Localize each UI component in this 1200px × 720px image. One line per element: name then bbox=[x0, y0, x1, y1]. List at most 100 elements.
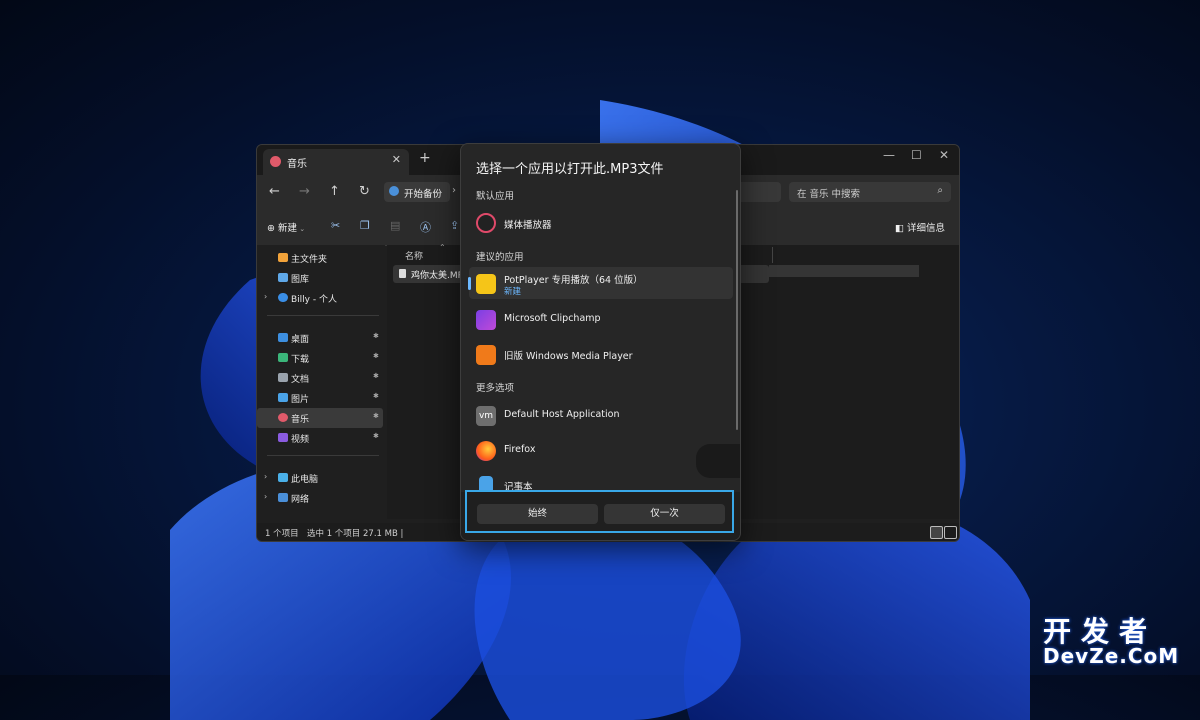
chevron-right-icon[interactable]: › bbox=[452, 185, 456, 196]
column-header-name[interactable]: 名称 bbox=[405, 249, 423, 262]
window-close-button[interactable]: ✕ bbox=[939, 148, 949, 162]
sort-up-icon: ⌃ bbox=[439, 243, 446, 252]
chevron-right-icon[interactable]: › bbox=[264, 472, 267, 481]
app-name: Default Host Application bbox=[504, 409, 620, 420]
video-icon bbox=[278, 433, 288, 442]
picture-icon bbox=[278, 393, 288, 402]
refresh-button[interactable]: ↻ bbox=[359, 184, 370, 199]
gallery-icon bbox=[278, 273, 288, 282]
sidebar-item-home[interactable]: 主文件夹 bbox=[257, 248, 383, 268]
network-icon bbox=[278, 493, 288, 502]
watermark: 开发者 DevZe.CoM bbox=[1043, 610, 1193, 668]
divider bbox=[267, 315, 379, 316]
app-name: 媒体播放器 bbox=[504, 220, 552, 231]
open-with-dialog: 选择一个应用以打开此.MP3文件 默认应用 媒体播放器 建议的应用 PotPla… bbox=[460, 143, 741, 541]
share-icon[interactable]: ⇪ bbox=[450, 219, 459, 232]
sidebar-item-label: 网络 bbox=[291, 495, 310, 505]
sidebar-item-pictures[interactable]: 图片 ✱ bbox=[257, 388, 383, 408]
dialog-title: 选择一个应用以打开此.MP3文件 bbox=[476, 162, 664, 177]
sidebar-item-this-pc[interactable]: › 此电脑 bbox=[257, 468, 383, 488]
sidebar-item-music[interactable]: 音乐 ✱ bbox=[257, 408, 383, 428]
file-icon bbox=[399, 269, 406, 278]
maximize-button[interactable]: ☐ bbox=[911, 148, 922, 162]
app-name: PotPlayer 专用播放（64 位版） bbox=[504, 275, 643, 286]
plus-icon: ⊕ bbox=[267, 223, 278, 234]
pin-icon[interactable]: ✱ bbox=[373, 352, 379, 360]
search-icon: ⌕ bbox=[937, 185, 943, 196]
new-button[interactable]: ⊕ 新建 ⌄ bbox=[267, 220, 305, 234]
close-icon[interactable]: ✕ bbox=[392, 153, 401, 166]
details-button[interactable]: ◧ 详细信息 bbox=[895, 220, 945, 234]
column-separator[interactable] bbox=[772, 247, 773, 263]
sidebar-item-label: 视频 bbox=[291, 435, 310, 445]
tiles-view-button[interactable] bbox=[944, 526, 957, 539]
sidebar-item-videos[interactable]: 视频 ✱ bbox=[257, 428, 383, 448]
pin-icon[interactable]: ✱ bbox=[373, 332, 379, 340]
app-name: Firefox bbox=[504, 444, 536, 455]
vm-icon: vm bbox=[476, 406, 496, 426]
sidebar-item-label: 音乐 bbox=[291, 415, 310, 425]
sidebar-item-label: 桌面 bbox=[291, 335, 310, 345]
sidebar-item-network[interactable]: › 网络 bbox=[257, 488, 383, 508]
highlight-box bbox=[465, 490, 734, 533]
copy-icon[interactable]: ❐ bbox=[360, 219, 370, 232]
media-player-icon bbox=[476, 213, 496, 233]
new-badge: 新建 bbox=[504, 287, 522, 297]
cloud-icon bbox=[278, 293, 288, 302]
backup-icon bbox=[389, 186, 399, 196]
pin-icon[interactable]: ✱ bbox=[373, 412, 379, 420]
clipchamp-icon bbox=[476, 310, 496, 330]
section-default-app: 默认应用 bbox=[476, 191, 515, 202]
app-clipchamp[interactable]: Microsoft Clipchamp bbox=[469, 303, 733, 335]
sidebar-item-label: 下载 bbox=[291, 355, 310, 365]
computer-icon bbox=[278, 473, 288, 482]
search-input[interactable]: 在 音乐 中搜索 ⌕ bbox=[789, 182, 951, 202]
breadcrumb[interactable]: 开始备份 bbox=[384, 182, 450, 202]
app-name: Microsoft Clipchamp bbox=[504, 313, 601, 324]
app-firefox[interactable]: Firefox bbox=[469, 434, 733, 466]
sidebar-item-label: 此电脑 bbox=[291, 475, 319, 485]
details-view-button[interactable] bbox=[930, 526, 943, 539]
pin-icon[interactable]: ✱ bbox=[373, 372, 379, 380]
new-tab-button[interactable]: + bbox=[419, 150, 431, 166]
item-count: 1 个项目 bbox=[265, 529, 299, 539]
minimize-button[interactable]: — bbox=[883, 148, 895, 162]
sidebar-item-label: 文档 bbox=[291, 375, 310, 385]
document-icon bbox=[278, 373, 288, 382]
sidebar-item-label: 图库 bbox=[291, 275, 310, 285]
music-icon bbox=[278, 413, 288, 422]
file-row-detail[interactable] bbox=[769, 265, 919, 277]
app-windows-media-player[interactable]: 旧版 Windows Media Player bbox=[469, 338, 733, 370]
overlay-shape bbox=[696, 444, 740, 478]
sidebar-item-onedrive[interactable]: › Billy - 个人 bbox=[257, 288, 383, 308]
forward-button[interactable]: → bbox=[299, 184, 310, 199]
sidebar-item-desktop[interactable]: 桌面 ✱ bbox=[257, 328, 383, 348]
up-button[interactable]: ↑ bbox=[329, 184, 340, 199]
pin-icon[interactable]: ✱ bbox=[373, 432, 379, 440]
selection-indicator bbox=[468, 277, 471, 290]
scrollbar[interactable] bbox=[736, 190, 738, 430]
pin-icon[interactable]: ✱ bbox=[373, 392, 379, 400]
back-button[interactable]: ← bbox=[269, 184, 280, 199]
sidebar-item-documents[interactable]: 文档 ✱ bbox=[257, 368, 383, 388]
rename-icon[interactable]: Ⓐ bbox=[420, 219, 431, 235]
search-placeholder: 在 音乐 中搜索 bbox=[797, 189, 861, 200]
sidebar-item-label: Billy - 个人 bbox=[291, 295, 337, 305]
chevron-right-icon[interactable]: › bbox=[264, 492, 267, 501]
paste-icon[interactable]: ▤ bbox=[390, 219, 400, 232]
sidebar-item-downloads[interactable]: 下载 ✱ bbox=[257, 348, 383, 368]
section-more-options: 更多选项 bbox=[476, 383, 515, 394]
chevron-right-icon[interactable]: › bbox=[264, 292, 267, 301]
app-media-player[interactable]: 媒体播放器 bbox=[469, 207, 733, 239]
details-label: 详细信息 bbox=[906, 223, 945, 234]
selection-info: 选中 1 个项目 27.1 MB | bbox=[307, 529, 404, 539]
sidebar-item-label: 主文件夹 bbox=[291, 255, 328, 265]
cut-icon[interactable]: ✂ bbox=[331, 219, 340, 232]
app-default-host[interactable]: vm Default Host Application bbox=[469, 399, 733, 431]
firefox-icon bbox=[476, 441, 496, 461]
home-icon bbox=[278, 253, 288, 262]
tab-music[interactable]: 音乐 ✕ bbox=[263, 149, 409, 175]
windows-media-player-icon bbox=[476, 345, 496, 365]
app-potplayer[interactable]: PotPlayer 专用播放（64 位版） 新建 bbox=[468, 267, 733, 299]
sidebar-item-gallery[interactable]: 图库 bbox=[257, 268, 383, 288]
